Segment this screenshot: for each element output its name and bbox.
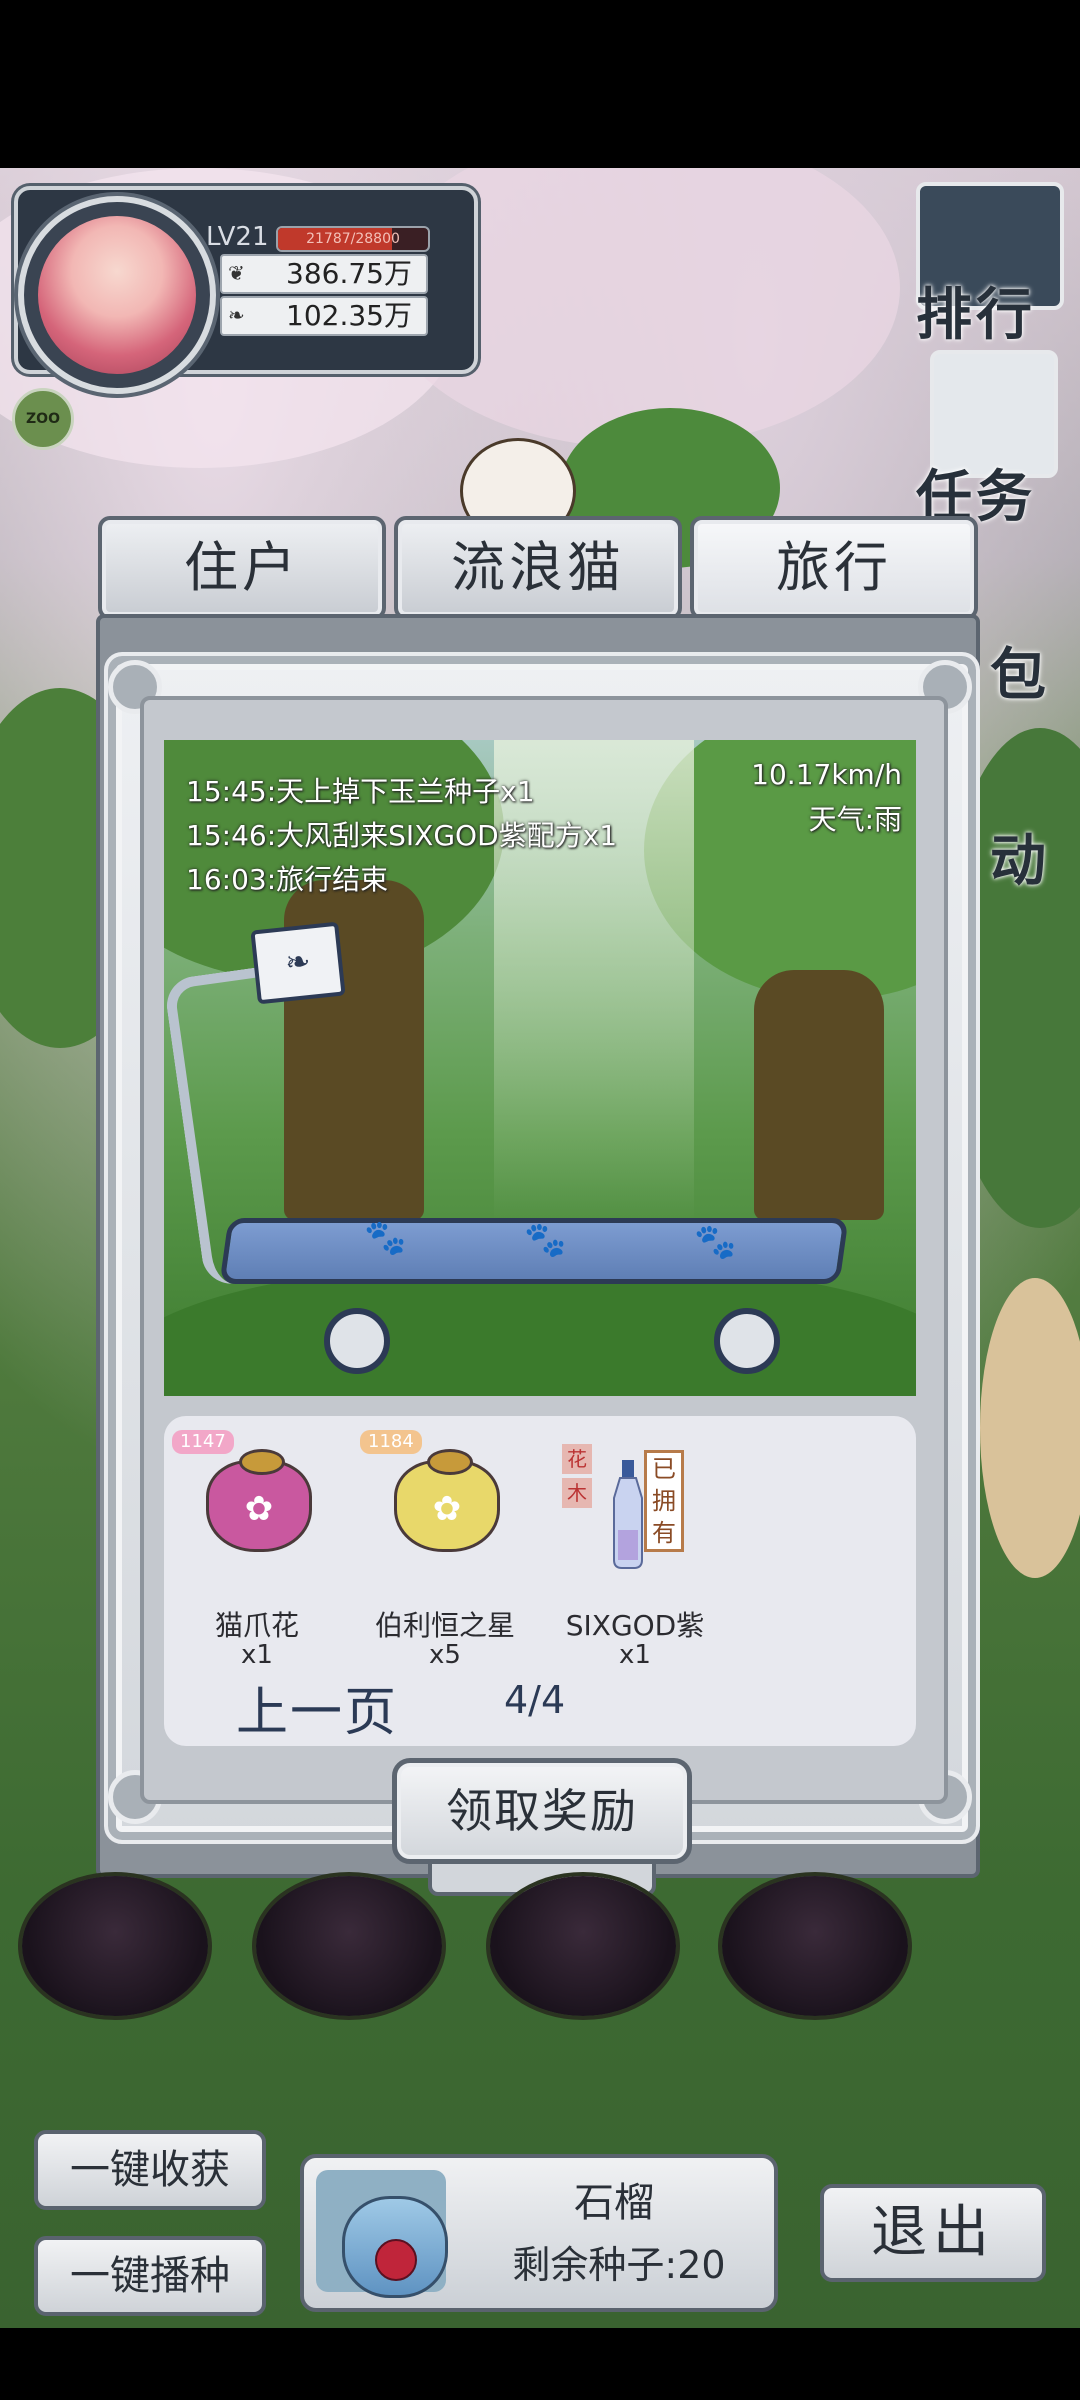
seed-name: 石榴: [574, 2180, 654, 2226]
exp-bar: 21787/28800: [276, 226, 430, 252]
travel-scene: 15:45:天上掉下玉兰种子x1 15:46:大风刮来SIXGOD紫配方x1 1…: [164, 740, 916, 1396]
status-bar-black: [0, 0, 1080, 168]
plant-all-button[interactable]: 一键播种: [34, 2236, 266, 2316]
garden-plot[interactable]: [22, 1876, 208, 2016]
player-level: LV21: [206, 222, 269, 252]
travel-log-line: 15:46:大风刮来SIXGOD紫配方x1: [186, 819, 618, 852]
item-quantity: x1: [241, 1640, 273, 1670]
tree-trunk: [754, 970, 884, 1220]
nav-bar-black: [0, 2328, 1080, 2400]
item-id-badge: 1184: [360, 1430, 422, 1454]
exit-button[interactable]: 退出: [820, 2184, 1046, 2282]
bag-tie: [427, 1449, 473, 1475]
item-quantity: x1: [619, 1640, 651, 1670]
seed-bag-icon: ✿: [206, 1449, 312, 1552]
reward-item[interactable]: 1147 ✿ 猫爪花 x1: [172, 1430, 342, 1670]
item-name: SIXGOD紫: [565, 1609, 705, 1642]
gem-stat: ❧ 102.35万: [220, 296, 428, 336]
rank-button[interactable]: 排行: [916, 270, 1036, 351]
owned-tag: 已拥有: [644, 1450, 684, 1552]
paw-print-icon: 🐾: [524, 1220, 567, 1260]
wood-tag: 木: [562, 1478, 592, 1508]
perfume-bottle-icon: [613, 1460, 643, 1569]
bag-tie: [239, 1449, 285, 1475]
zoo-badge[interactable]: ZOO: [12, 388, 74, 450]
coin-stat: ❦ 386.75万: [220, 254, 428, 294]
weather-label: 天气:雨: [808, 803, 902, 836]
item-name: 猫爪花: [214, 1609, 299, 1642]
tab-stray-cats[interactable]: 流浪猫: [394, 516, 682, 620]
item-quantity: x5: [429, 1640, 461, 1670]
flower-icon: ✿: [244, 1489, 274, 1529]
pomegranate-seed-bag-icon: [342, 2196, 448, 2298]
item-id-badge: 1147: [172, 1430, 234, 1454]
travel-log-line: 16:03:旅行结束: [186, 863, 389, 896]
prev-page-button[interactable]: 上一页: [236, 1670, 398, 1745]
seeds-remaining: 剩余种子:20: [512, 2243, 726, 2287]
reward-item[interactable]: 花 木 已拥有 SIXGOD紫 x1: [550, 1430, 720, 1670]
reward-item[interactable]: 1184 ✿ 伯利恒之星 x5: [360, 1430, 530, 1670]
activity-button[interactable]: 动: [990, 816, 1050, 897]
cart-logo-tag: ❧: [250, 921, 346, 1005]
item-name: 伯利恒之星: [374, 1609, 515, 1642]
seed-bag-icon: ✿: [394, 1449, 500, 1552]
tab-travel[interactable]: 旅行: [690, 516, 978, 620]
avatar[interactable]: [38, 216, 196, 374]
leaf-icon: ❧: [228, 303, 245, 327]
seed-selector[interactable]: 石榴 剩余种子:20: [300, 2154, 778, 2312]
garden-plot[interactable]: [256, 1876, 442, 2016]
cat-group: [980, 1278, 1080, 1578]
claim-reward-button[interactable]: 领取奖励: [392, 1758, 692, 1864]
paw-print-icon: 🐾: [364, 1218, 407, 1258]
cart-wheel: [714, 1308, 780, 1374]
garden-plot[interactable]: [722, 1876, 908, 2016]
seed-icon-frame: [316, 2170, 448, 2298]
gem-value: 102.35万: [286, 299, 412, 332]
exp-text: 21787/28800: [306, 231, 400, 247]
garden-plot[interactable]: [490, 1876, 676, 2016]
petal-icon: ❦: [228, 261, 245, 285]
travel-speed: 10.17km/h: [751, 758, 902, 791]
flower-tag: 花: [562, 1444, 592, 1474]
bag-button[interactable]: 包: [990, 630, 1050, 711]
harvest-all-button[interactable]: 一键收获: [34, 2130, 266, 2210]
tab-residents[interactable]: 住户: [98, 516, 386, 620]
paw-print-icon: 🐾: [694, 1222, 737, 1262]
coin-value: 386.75万: [286, 257, 412, 290]
page-indicator: 4/4: [504, 1678, 566, 1722]
pomegranate-icon: [375, 2239, 417, 2281]
sunlight: [494, 740, 694, 1220]
flower-icon: ✿: [432, 1489, 462, 1529]
travel-log-line: 15:45:天上掉下玉兰种子x1: [186, 775, 535, 808]
cart-wheel: [324, 1308, 390, 1374]
